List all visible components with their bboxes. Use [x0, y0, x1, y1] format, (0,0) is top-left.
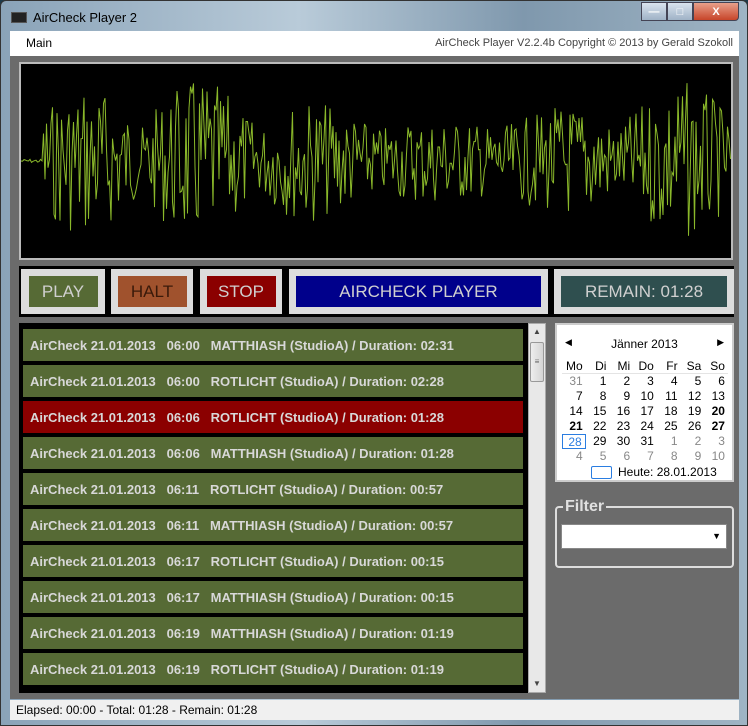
waveform-trace [20, 83, 731, 236]
calendar-day[interactable]: 9 [609, 389, 633, 404]
transport-bar: PLAY HALT STOP AIRCHECK PLAYER REMAIN: 0… [19, 266, 734, 317]
calendar-day[interactable]: 24 [633, 419, 657, 434]
calendar-day[interactable]: 26 [681, 419, 705, 434]
calendar-day[interactable]: 20 [704, 404, 728, 419]
calendar-day[interactable]: 31 [562, 374, 586, 389]
calendar-day[interactable]: 12 [681, 389, 705, 404]
playlist-item[interactable]: AirCheck 21.01.2013 06:11 ROTLICHT (Stud… [23, 473, 523, 505]
calendar-day[interactable]: 18 [657, 404, 681, 419]
calendar-day[interactable]: 8 [586, 389, 610, 404]
playlist-item[interactable]: AirCheck 21.01.2013 06:17 MATTHIASH (Stu… [23, 581, 523, 613]
playlist-item[interactable]: AirCheck 21.01.2013 06:17 ROTLICHT (Stud… [23, 545, 523, 577]
calendar-day[interactable]: 7 [633, 449, 657, 464]
stop-button[interactable]: STOP [206, 276, 276, 307]
playlist-scrollbar[interactable]: ▲ ≡ ▼ [528, 323, 546, 693]
calendar-day[interactable]: 6 [609, 449, 633, 464]
playlist-item[interactable]: AirCheck 21.01.2013 06:19 ROTLICHT (Stud… [23, 653, 523, 685]
filter-label: Filter [563, 498, 607, 516]
calendar-day[interactable]: 29 [586, 434, 610, 449]
status-bar: Elapsed: 00:00 - Total: 01:28 - Remain: … [10, 700, 739, 720]
weekday-header: Sa [680, 359, 705, 374]
calendar-day[interactable]: 8 [657, 449, 681, 464]
play-button[interactable]: PLAY [28, 276, 98, 307]
copyright-label: AirCheck Player V2.2.4b Copyright © 2013… [435, 37, 733, 49]
playlist-item[interactable]: AirCheck 21.01.2013 06:11 MATTHIASH (Stu… [23, 509, 523, 541]
weekday-header: Di [585, 359, 610, 374]
window-title: AirCheck Player 2 [33, 9, 138, 25]
calendar-day[interactable]: 11 [657, 389, 681, 404]
playlist-item[interactable]: AirCheck 21.01.2013 06:00 ROTLICHT (Stud… [23, 365, 523, 397]
weekday-header: Fr [656, 359, 681, 374]
calendar-day[interactable]: 30 [609, 434, 633, 449]
calendar-day[interactable]: 27 [704, 419, 728, 434]
scroll-thumb[interactable]: ≡ [530, 342, 544, 382]
calendar-day[interactable]: 23 [609, 419, 633, 434]
aircheck-player-button[interactable]: AIRCHECK PLAYER [296, 276, 541, 307]
today-link[interactable]: Heute: 28.01.2013 [591, 465, 717, 479]
filter-dropdown[interactable]: ▼ [561, 524, 727, 549]
calendar-day[interactable]: 31 [633, 434, 657, 449]
calendar-day[interactable]: 1 [586, 374, 610, 389]
menu-main[interactable]: Main [26, 36, 52, 50]
calendar-day[interactable]: 17 [633, 404, 657, 419]
menu-bar: Main AirCheck Player V2.2.4b Copyright ©… [10, 31, 739, 56]
playlist: AirCheck 21.01.2013 06:00 MATTHIASH (Stu… [19, 323, 528, 693]
calendar-day[interactable]: 16 [609, 404, 633, 419]
weekday-header: So [704, 359, 728, 374]
main-panel: PLAY HALT STOP AIRCHECK PLAYER REMAIN: 0… [10, 56, 739, 699]
today-label: Heute: 28.01.2013 [618, 465, 717, 479]
app-icon [11, 11, 27, 23]
minimize-button[interactable]: — [641, 2, 667, 21]
calendar-month: Jänner 2013 [611, 337, 678, 351]
calendar-day[interactable]: 2 [681, 434, 705, 449]
calendar-day[interactable]: 2 [609, 374, 633, 389]
calendar-day[interactable]: 10 [704, 449, 728, 464]
calendar-day[interactable]: 4 [657, 374, 681, 389]
calendar-day[interactable]: 19 [681, 404, 705, 419]
remain-display: REMAIN: 01:28 [561, 276, 727, 307]
calendar-day[interactable]: 3 [633, 374, 657, 389]
scroll-down-icon[interactable]: ▼ [529, 676, 545, 692]
calendar-day[interactable]: 6 [704, 374, 728, 389]
calendar-day[interactable]: 22 [586, 419, 610, 434]
calendar-day[interactable]: 21 [562, 419, 586, 434]
calendar-day[interactable]: 28 [562, 434, 586, 449]
app-window: AirCheck Player 2 — □ X Main AirCheck Pl… [0, 0, 748, 726]
calendar-day[interactable]: 7 [562, 389, 586, 404]
calendar-day[interactable]: 5 [681, 374, 705, 389]
playlist-item[interactable]: AirCheck 21.01.2013 06:06 ROTLICHT (Stud… [23, 401, 523, 433]
calendar-day[interactable]: 1 [657, 434, 681, 449]
calendar-day[interactable]: 9 [681, 449, 705, 464]
waveform-display[interactable] [19, 62, 733, 260]
calendar-day[interactable]: 14 [562, 404, 586, 419]
weekday-header: Do [633, 359, 657, 374]
playlist-item[interactable]: AirCheck 21.01.2013 06:19 MATTHIASH (Stu… [23, 617, 523, 649]
filter-group: Filter ▼ [555, 498, 734, 568]
playlist-item[interactable]: AirCheck 21.01.2013 06:00 MATTHIASH (Stu… [23, 329, 523, 361]
weekday-header: Mo [562, 359, 586, 374]
playlist-item[interactable]: AirCheck 21.01.2013 06:06 MATTHIASH (Stu… [23, 437, 523, 469]
calendar-day[interactable]: 15 [586, 404, 610, 419]
halt-button[interactable]: HALT [117, 276, 187, 307]
scroll-up-icon[interactable]: ▲ [529, 324, 545, 340]
calendar-day[interactable]: 10 [633, 389, 657, 404]
calendar: ◀ Jänner 2013 ▶ Mo Di Mi Do Fr Sa So 31 1 2 3 4 5 6 7 8… [555, 323, 734, 482]
calendar-day[interactable]: 13 [704, 389, 728, 404]
next-month-icon[interactable]: ▶ [717, 337, 724, 348]
calendar-day[interactable]: 4 [562, 449, 586, 464]
calendar-day[interactable]: 5 [586, 449, 610, 464]
calendar-day[interactable]: 3 [704, 434, 728, 449]
maximize-button[interactable]: □ [667, 2, 693, 21]
title-bar: AirCheck Player 2 [11, 7, 137, 27]
calendar-day[interactable]: 25 [657, 419, 681, 434]
chevron-down-icon: ▼ [712, 531, 721, 541]
weekday-header: Mi [609, 359, 634, 374]
today-marker-icon [591, 465, 612, 479]
close-button[interactable]: X [693, 2, 739, 21]
